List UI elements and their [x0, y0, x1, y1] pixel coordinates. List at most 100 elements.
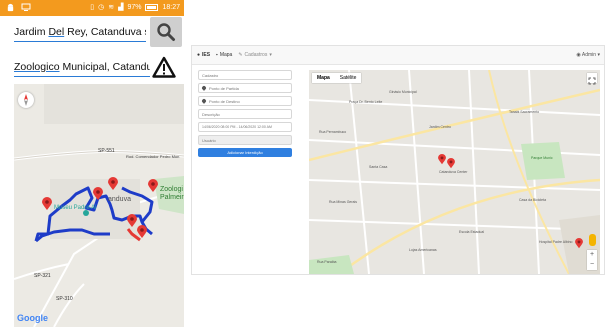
caret-down-icon: ▾	[269, 52, 272, 58]
map-marker-icon	[201, 98, 207, 104]
zoom-in-button[interactable]: +	[587, 250, 597, 260]
compass-icon	[24, 94, 28, 106]
origin-input-underline	[14, 41, 146, 42]
city-map[interactable]: Mapa Satélite Praça Dr. Bento Leite Giná…	[309, 70, 600, 274]
map-marker-icon[interactable]	[42, 197, 52, 211]
map-marker-icon[interactable]	[127, 214, 137, 228]
map-marker-icon[interactable]	[93, 187, 103, 201]
destination-field[interactable]: Ponto de Destino	[198, 96, 292, 106]
nav-mapa-label: Mapa	[219, 52, 233, 58]
map-label: Santa Casa	[369, 165, 388, 169]
edit-icon: ✎	[238, 52, 243, 58]
fullscreen-icon	[588, 77, 596, 85]
wifi-icon: ≋	[108, 4, 115, 11]
origin-text-underlined: Del	[48, 26, 65, 38]
monitor-icon	[21, 3, 31, 12]
destination-placeholder: Ponto de Destino	[209, 98, 240, 104]
android-icon	[6, 3, 15, 12]
map-type-tabs: Mapa Satélite	[312, 73, 362, 83]
map-marker-icon[interactable]	[575, 238, 583, 249]
map-label: Parque Munic	[531, 156, 553, 160]
route-map-canvas	[14, 84, 184, 327]
battery-percent: 97%	[127, 3, 142, 11]
search-button[interactable]	[150, 17, 182, 47]
map-marker-icon	[201, 85, 207, 91]
title-placeholder: Cadastro	[202, 72, 219, 78]
origin-text-suffix: Rey, Catanduva sp	[67, 26, 146, 38]
user-menu[interactable]: ◉ Admin ▾	[576, 52, 600, 58]
map-label: Rua Minas Gerais	[329, 200, 358, 204]
destination-input-underline	[14, 76, 150, 77]
compass-button[interactable]	[18, 92, 34, 108]
map-label: Ginásio Municipal	[389, 90, 417, 94]
signal-icon: ▟	[118, 4, 124, 11]
nav-cadastros[interactable]: ✎ Cadastros ▾	[238, 52, 272, 58]
google-logo: Google	[17, 313, 48, 323]
map-label: Escola Estadual	[459, 230, 485, 234]
destination-text-underlined: Zoologico	[14, 61, 60, 73]
map-label-sp310: SP-310	[56, 296, 73, 302]
map-label: Praça Dr. Bento Leite	[349, 100, 383, 104]
zoom-out-button[interactable]: −	[587, 260, 597, 270]
datetime-value: 14/06/2020 08:00 PM - 14/06/2020 12:00 A…	[202, 125, 272, 129]
map-marker-icon[interactable]	[447, 158, 455, 169]
fullscreen-button[interactable]	[587, 73, 597, 85]
navbar: ● IES ⬩ Mapa ✎ Cadastros ▾ ◉ Admin ▾	[192, 46, 604, 65]
map-label-sp321: SP-321	[34, 273, 51, 279]
datetime-range-input[interactable]: 14/06/2020 08:00 PM - 14/06/2020 12:00 A…	[198, 122, 292, 132]
alarm-icon: ◷	[98, 4, 105, 11]
map-label: Catanduva Center	[439, 170, 468, 174]
brand[interactable]: ● IES	[197, 52, 210, 58]
vibrate-icon: ▯	[90, 4, 95, 11]
map-marker-icon[interactable]	[148, 179, 158, 193]
user-select[interactable]: Usuário	[198, 135, 292, 145]
nav-cadastros-label: Cadastros	[244, 52, 268, 58]
map-label: Rua Paraiba	[317, 260, 337, 264]
destination-text-suffix: Municipal, Catanduv	[59, 61, 150, 73]
zoom-control: + −	[587, 250, 597, 270]
map-label-comendador: Rod. Comendador Pedro Mon	[126, 154, 180, 159]
route-map[interactable]: SP-551 Rod. Comendador Pedro Mon Zoologi…	[14, 84, 184, 327]
description-placeholder: Descrição	[202, 111, 220, 117]
mobile-app-screen: ▯ ◷ ≋ ▟ 97% 18:27 Jardim Del Rey, Catand…	[0, 0, 184, 327]
user-label: Admin	[581, 52, 597, 58]
brand-label: IES	[202, 52, 211, 58]
map-label-museu: Museu Padre Al	[54, 205, 97, 211]
add-interdiction-button[interactable]: Adicionar Interdição	[198, 148, 292, 157]
map-pin-icon: ⬩	[216, 52, 218, 58]
map-label: Rua Pernambuco	[319, 130, 347, 134]
caret-down-icon: ▾	[597, 52, 600, 58]
battery-icon	[145, 3, 159, 11]
map-marker-icon[interactable]	[137, 225, 147, 239]
origin-field[interactable]: Ponto de Partida	[198, 83, 292, 93]
web-app-screen: ● IES ⬩ Mapa ✎ Cadastros ▾ ◉ Admin ▾ Cadastr…	[191, 45, 605, 275]
user-icon: ◉	[576, 52, 581, 58]
map-label: Hospital Padre Albino	[539, 240, 573, 244]
tab-map[interactable]: Mapa	[312, 73, 335, 83]
map-label-zoologi: Zoologi	[160, 186, 183, 193]
map-marker-icon[interactable]	[438, 154, 446, 165]
map-label-palmeir: Palmeir	[160, 194, 184, 201]
title-input[interactable]: Cadastro	[198, 70, 292, 80]
destination-input[interactable]: Zoologico Municipal, Catanduv	[14, 61, 150, 73]
clock: 18:27	[162, 3, 180, 11]
description-input[interactable]: Descrição	[198, 109, 292, 119]
map-label: Casa da Bicicleta	[519, 198, 547, 202]
map-label: Lojas Americanas	[409, 248, 437, 252]
globe-icon: ●	[197, 52, 201, 58]
status-bar: ▯ ◷ ≋ ▟ 97% 18:27	[0, 0, 184, 16]
interdiction-form: Cadastro Ponto de Partida Ponto de Desti…	[198, 70, 292, 157]
map-label-sp551: SP-551	[98, 148, 115, 154]
map-marker-icon[interactable]	[108, 177, 118, 191]
origin-text-prefix: Jardim	[14, 26, 49, 38]
tab-satellite[interactable]: Satélite	[335, 73, 362, 83]
warning-icon[interactable]	[152, 56, 176, 78]
map-label: Tanabi Sacramento	[509, 110, 540, 114]
nav-mapa[interactable]: ⬩ Mapa	[216, 52, 232, 58]
map-label: Jardim Centro	[429, 125, 451, 129]
origin-placeholder: Ponto de Partida	[209, 85, 239, 91]
map-label-catanduva: anduva	[108, 196, 131, 203]
street-view-pegman-icon[interactable]	[589, 234, 596, 246]
search-icon	[157, 23, 175, 41]
origin-input[interactable]: Jardim Del Rey, Catanduva sp	[14, 26, 146, 38]
